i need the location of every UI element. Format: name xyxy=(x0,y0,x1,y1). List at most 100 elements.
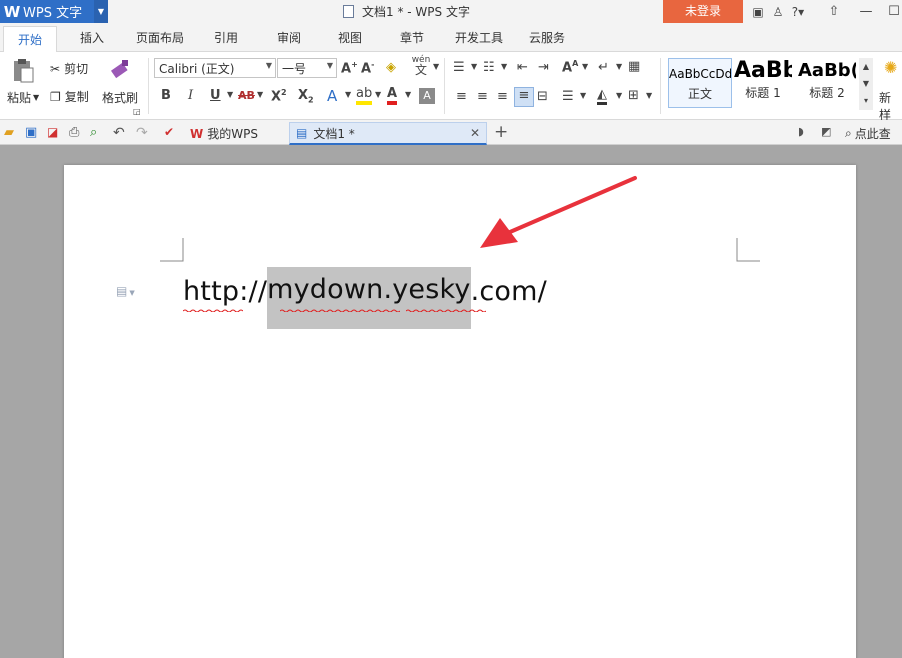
underline-icon[interactable]: U xyxy=(210,88,221,103)
font-name-select[interactable]: Calibri (正文) ▼ xyxy=(154,58,276,78)
shrink-font-icon[interactable]: A- xyxy=(361,60,374,76)
chevron-down-icon[interactable]: ▼ xyxy=(345,90,351,99)
document-icon xyxy=(343,5,354,18)
format-painter-button[interactable]: 格式刷 xyxy=(102,89,138,106)
wps-logo-icon: W xyxy=(3,2,21,21)
strikethrough-icon[interactable]: AB xyxy=(238,89,255,102)
distributed-align-icon[interactable]: ⊟ xyxy=(537,89,548,104)
save-icon[interactable]: ▣ xyxy=(25,125,40,140)
chevron-down-icon[interactable]: ▼ xyxy=(580,91,586,100)
help-icon[interactable]: ?▾ xyxy=(788,5,808,19)
text-effect-icon[interactable]: A xyxy=(327,87,337,105)
shirt-icon[interactable]: ♙ xyxy=(768,5,788,19)
skin-icon[interactable]: ▣ xyxy=(748,5,768,19)
tab-my-wps[interactable]: W 我的WPS xyxy=(186,122,286,145)
chevron-down-icon[interactable]: ▼ xyxy=(646,91,652,100)
print-icon[interactable]: ⎙ xyxy=(69,125,84,140)
tab-page-layout[interactable]: 页面布局 xyxy=(136,29,184,46)
clear-format-icon[interactable]: ◈ xyxy=(386,60,396,75)
new-tab-icon[interactable]: + xyxy=(494,122,509,142)
login-button[interactable]: 未登录 xyxy=(663,0,743,23)
paragraph-mark-icon[interactable]: ↵ xyxy=(598,60,609,75)
share-icon[interactable]: ◗ xyxy=(798,125,813,140)
cut-button[interactable]: ✂ 剪切 xyxy=(50,60,88,77)
tab-document-1[interactable]: ▤ 文档1 * ✕ xyxy=(289,122,487,145)
restore-ribbon-icon[interactable]: ⇧ xyxy=(820,0,848,23)
chevron-down-icon[interactable]: ▼ xyxy=(616,91,622,100)
dialog-launcher-icon[interactable]: ◲ xyxy=(133,107,141,116)
chevron-down-icon[interactable]: ▼ xyxy=(582,62,588,71)
chevron-down-icon[interactable]: ▼ xyxy=(257,90,263,99)
search-box[interactable]: ⌕ 点此查 xyxy=(845,122,891,145)
justify-icon[interactable]: ≡ xyxy=(514,87,534,107)
paragraph-handle-icon[interactable]: ▤ ▼ xyxy=(116,284,135,298)
style-heading-1[interactable]: AaBb 标题 1 xyxy=(734,58,792,108)
align-center-icon[interactable]: ≡ xyxy=(477,89,488,104)
url-text[interactable]: http://mydown.yesky.com/ xyxy=(183,267,547,329)
redo-icon[interactable]: ↷ xyxy=(136,125,151,141)
table-icon[interactable]: ▦ xyxy=(628,59,640,74)
chevron-down-icon[interactable]: ▼ xyxy=(227,90,233,99)
grow-font-icon[interactable]: A+ xyxy=(341,60,358,76)
wps-logo-icon: W xyxy=(190,126,204,141)
minimize-icon[interactable]: — xyxy=(852,0,880,23)
tab-references[interactable]: 引用 xyxy=(214,29,238,46)
chevron-down-icon[interactable]: ▼ xyxy=(616,62,622,71)
align-left-icon[interactable]: ≡ xyxy=(456,89,467,104)
italic-icon[interactable]: I xyxy=(188,88,193,103)
style-heading-2[interactable]: AaBb( 标题 2 xyxy=(798,58,856,108)
scissors-icon: ✂ xyxy=(50,61,61,76)
selected-text: mydown.yesky xyxy=(267,267,471,329)
format-painter-icon[interactable] xyxy=(108,58,132,82)
close-icon[interactable]: ✕ xyxy=(470,126,480,140)
tab-developer[interactable]: 开发工具 xyxy=(455,29,503,46)
app-name: WPS 文字 xyxy=(23,6,83,21)
subscript-icon[interactable]: X2 xyxy=(298,88,314,105)
undo-icon[interactable]: ↶ xyxy=(113,125,128,141)
tab-view[interactable]: 视图 xyxy=(338,29,362,46)
decrease-indent-icon[interactable]: ⇤ xyxy=(517,60,528,75)
style-gallery-scroll[interactable]: ▲ ▼ ▾ xyxy=(859,58,873,110)
chevron-down-icon[interactable]: ▼ xyxy=(94,0,108,23)
paste-icon[interactable] xyxy=(10,58,36,84)
increase-indent-icon[interactable]: ⇥ xyxy=(538,60,549,75)
numbered-list-icon[interactable]: ☷ xyxy=(483,60,495,75)
tab-cloud-service[interactable]: 云服务 xyxy=(529,29,565,46)
bold-icon[interactable]: B xyxy=(161,88,171,103)
chevron-down-icon[interactable]: ▼ xyxy=(375,90,381,99)
new-style-button[interactable]: 新样 xyxy=(879,89,902,123)
chevron-down-icon[interactable]: ▼ xyxy=(471,62,477,71)
align-right-icon[interactable]: ≡ xyxy=(497,89,508,104)
tab-insert[interactable]: 插入 xyxy=(80,29,104,46)
tab-chapter[interactable]: 章节 xyxy=(400,29,424,46)
export-pdf-icon[interactable]: ◪ xyxy=(47,125,62,140)
change-case-icon[interactable]: AA xyxy=(562,59,578,75)
tab-home[interactable]: 开始 xyxy=(3,26,58,53)
bullet-list-icon[interactable]: ☰ xyxy=(453,60,465,75)
chevron-down-icon[interactable]: ▼ xyxy=(433,62,439,71)
pinyin-guide-icon[interactable]: wén 文 xyxy=(411,55,431,77)
maximize-icon[interactable]: ☐ xyxy=(880,0,902,23)
copy-button[interactable]: ❐ 复制 xyxy=(50,88,89,105)
superscript-icon[interactable]: X2 xyxy=(271,88,287,104)
chevron-down-icon[interactable]: ▼ xyxy=(405,90,411,99)
style-normal[interactable]: AaBbCcDd 正文 xyxy=(668,58,732,108)
font-size-select[interactable]: 一号 ▼ xyxy=(277,58,337,78)
customize-toolbar-icon[interactable]: ✔ xyxy=(164,125,179,140)
highlight-icon[interactable]: ab xyxy=(356,86,373,105)
paste-button[interactable]: 粘贴 ▼ xyxy=(7,89,39,106)
feedback-icon[interactable]: ◩ xyxy=(821,125,836,140)
new-style-icon[interactable]: ✺ xyxy=(884,58,897,77)
line-spacing-icon[interactable]: ☰ xyxy=(562,89,574,104)
paragraph-shading-icon[interactable]: ◭ xyxy=(597,87,607,105)
font-color-icon[interactable]: A xyxy=(387,86,398,105)
spellcheck-underline xyxy=(183,309,243,312)
chevron-down-icon[interactable]: ▼ xyxy=(501,62,507,71)
app-menu-button[interactable]: W WPS 文字 ▼ xyxy=(0,0,108,23)
open-folder-icon[interactable]: ▰ xyxy=(4,125,19,140)
print-preview-icon[interactable]: ⌕ xyxy=(90,125,105,140)
character-shading-icon[interactable]: A xyxy=(419,88,435,104)
spellcheck-underline xyxy=(280,309,400,312)
tab-review[interactable]: 审阅 xyxy=(277,29,301,46)
border-icon[interactable]: ⊞ xyxy=(628,88,639,103)
